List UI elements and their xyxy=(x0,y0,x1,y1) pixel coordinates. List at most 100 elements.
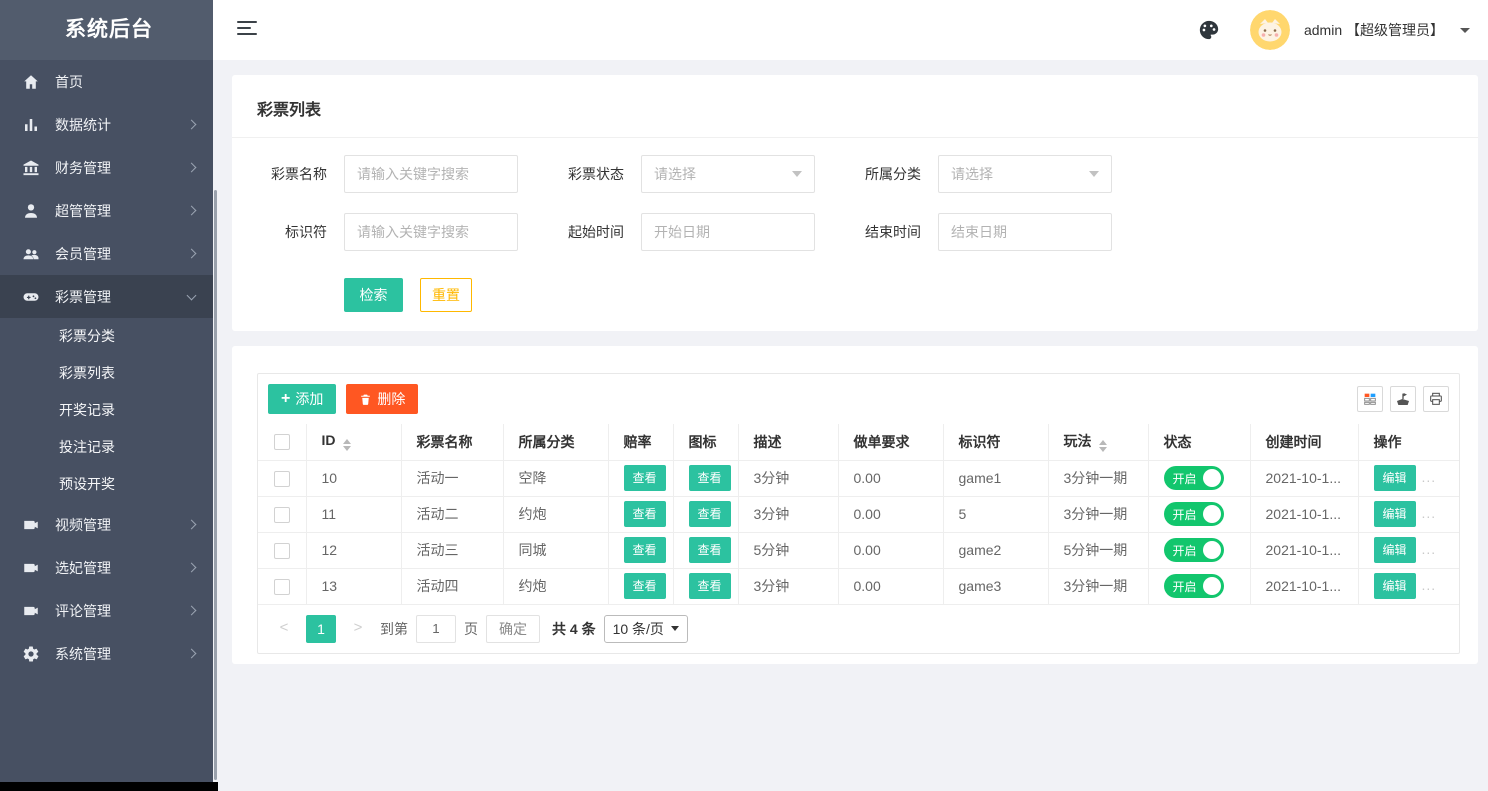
sidebar-item-label: 系统管理 xyxy=(55,644,111,664)
search-button[interactable]: 检索 xyxy=(344,278,403,312)
column-header-8[interactable]: 玩法 xyxy=(1048,424,1148,460)
edit-button[interactable]: 编辑 xyxy=(1374,465,1416,491)
column-header-4: 图标 xyxy=(673,424,738,460)
palette-icon[interactable] xyxy=(1198,19,1220,41)
sidebar-item-5[interactable]: 彩票管理 xyxy=(0,275,213,318)
sidebar-subitem-4[interactable]: 预设开奖 xyxy=(0,466,213,503)
page-size-select[interactable]: 10 条/页 xyxy=(604,615,688,643)
filter-input-4[interactable] xyxy=(641,213,815,251)
confirm-page-button[interactable]: 确定 xyxy=(486,615,540,643)
row-checkbox[interactable] xyxy=(274,507,290,523)
print-icon xyxy=(1428,391,1444,407)
print-button[interactable] xyxy=(1423,386,1449,412)
sort-icon[interactable] xyxy=(1099,440,1107,452)
sidebar: 系统后台 首页 数据统计 财务管理 超管管理 会员管理 彩票管理 彩票分类彩票列… xyxy=(0,0,218,791)
sidebar-item-6[interactable]: 视频管理 xyxy=(0,503,213,546)
sidebar-item-2[interactable]: 财务管理 xyxy=(0,146,213,189)
add-button[interactable]: + 添加 xyxy=(268,384,336,414)
filter-select-2[interactable]: 请选择 xyxy=(938,155,1112,193)
sidebar-item-1[interactable]: 数据统计 xyxy=(0,103,213,146)
sidebar-subitem-1[interactable]: 彩票列表 xyxy=(0,355,213,392)
view-odds-button[interactable]: 查看 xyxy=(624,465,666,491)
filter-label-2: 所属分类 xyxy=(851,164,921,184)
chevron-right-icon xyxy=(187,249,197,259)
filter-input-0[interactable] xyxy=(344,155,518,193)
sidebar-subitem-3[interactable]: 投注记录 xyxy=(0,429,213,466)
chevron-right-icon xyxy=(187,520,197,530)
sidebar-subitem-2[interactable]: 开奖记录 xyxy=(0,392,213,429)
chevron-right-icon xyxy=(187,120,197,130)
column-header-11: 操作 xyxy=(1358,424,1459,460)
topbar: admin 【超级管理员】 xyxy=(218,0,1488,60)
filter-select-1[interactable]: 请选择 xyxy=(641,155,815,193)
toggle-knob xyxy=(1203,505,1221,523)
table-header-row: ID彩票名称所属分类赔率图标描述做单要求标识符玩法状态创建时间操作 xyxy=(258,424,1459,460)
view-odds-button[interactable]: 查看 xyxy=(624,573,666,599)
reset-button[interactable]: 重置 xyxy=(420,278,472,312)
trash-icon xyxy=(359,393,372,406)
more-actions: ... xyxy=(1422,541,1437,557)
edit-button[interactable]: 编辑 xyxy=(1374,501,1416,527)
sidebar-item-0[interactable]: 首页 xyxy=(0,60,213,103)
menu-toggle-icon[interactable] xyxy=(237,21,257,37)
row-checkbox[interactable] xyxy=(274,471,290,487)
table-row-0: 10 活动一 空降 查看 查看 3分钟 0.00 game1 3分钟一期 开启 … xyxy=(258,460,1459,496)
caret-down-icon[interactable] xyxy=(1460,28,1470,33)
column-header-1: 彩票名称 xyxy=(401,424,503,460)
sidebar-item-8[interactable]: 评论管理 xyxy=(0,589,213,632)
user-menu[interactable]: admin 【超级管理员】 xyxy=(1304,20,1444,40)
view-icon-button[interactable]: 查看 xyxy=(689,501,731,527)
user-icon xyxy=(22,202,40,220)
avatar[interactable] xyxy=(1250,10,1290,50)
sidebar-item-9[interactable]: 系统管理 xyxy=(0,632,213,675)
export-button[interactable] xyxy=(1390,386,1416,412)
view-icon-button[interactable]: 查看 xyxy=(689,573,731,599)
column-header-9: 状态 xyxy=(1148,424,1250,460)
column-header-3: 赔率 xyxy=(608,424,673,460)
filter-input-5[interactable] xyxy=(938,213,1112,251)
sidebar-item-label: 数据统计 xyxy=(55,115,111,135)
filter-label-0: 彩票名称 xyxy=(257,164,327,184)
filter-input-3[interactable] xyxy=(344,213,518,251)
column-header-2: 所属分类 xyxy=(503,424,608,460)
chevron-down-icon xyxy=(671,626,679,631)
status-toggle[interactable]: 开启 xyxy=(1164,574,1224,598)
chevron-right-icon xyxy=(187,563,197,573)
more-actions: ... xyxy=(1422,469,1437,485)
sidebar-item-label: 财务管理 xyxy=(55,158,111,178)
sidebar-item-label: 彩票管理 xyxy=(55,287,111,307)
select-all-checkbox[interactable] xyxy=(274,434,290,450)
row-checkbox[interactable] xyxy=(274,543,290,559)
chevron-right-icon xyxy=(187,206,197,216)
users-icon xyxy=(22,245,40,263)
sort-icon[interactable] xyxy=(343,439,351,451)
row-checkbox[interactable] xyxy=(274,579,290,595)
chevron-down-icon xyxy=(1089,171,1099,177)
edit-button[interactable]: 编辑 xyxy=(1374,537,1416,563)
delete-button[interactable]: 删除 xyxy=(346,384,418,414)
next-page-button[interactable]: > xyxy=(344,615,372,643)
status-toggle[interactable]: 开启 xyxy=(1164,502,1224,526)
sidebar-item-label: 超管管理 xyxy=(55,201,111,221)
prev-page-button[interactable]: < xyxy=(270,615,298,643)
sidebar-item-7[interactable]: 选妃管理 xyxy=(0,546,213,589)
filter-columns-button[interactable] xyxy=(1357,386,1383,412)
view-odds-button[interactable]: 查看 xyxy=(624,537,666,563)
page-1-button[interactable]: 1 xyxy=(306,615,336,643)
view-odds-button[interactable]: 查看 xyxy=(624,501,666,527)
sidebar-item-3[interactable]: 超管管理 xyxy=(0,189,213,232)
view-icon-button[interactable]: 查看 xyxy=(689,465,731,491)
sidebar-bottom-strip xyxy=(0,782,218,791)
sidebar-scrollbar[interactable] xyxy=(213,60,218,782)
sidebar-item-4[interactable]: 会员管理 xyxy=(0,232,213,275)
view-icon-button[interactable]: 查看 xyxy=(689,537,731,563)
edit-button[interactable]: 编辑 xyxy=(1374,573,1416,599)
sidebar-item-label: 评论管理 xyxy=(55,601,111,621)
column-header-0[interactable]: ID xyxy=(306,424,401,460)
sidebar-subitem-0[interactable]: 彩票分类 xyxy=(0,318,213,355)
scrollbar-thumb[interactable] xyxy=(214,190,217,780)
status-toggle[interactable]: 开启 xyxy=(1164,466,1224,490)
status-toggle[interactable]: 开启 xyxy=(1164,538,1224,562)
goto-page-input[interactable] xyxy=(416,615,456,643)
chart-icon xyxy=(22,116,40,134)
